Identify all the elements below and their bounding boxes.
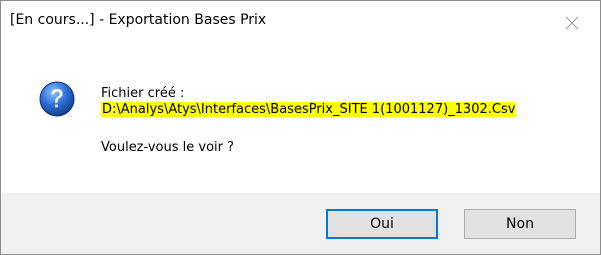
close-button[interactable] xyxy=(550,3,594,43)
close-icon xyxy=(565,16,579,30)
window-title: [En cours...] - Exportation Bases Prix xyxy=(10,12,267,28)
button-bar: Oui Non xyxy=(1,193,600,254)
message-label: Fichier créé : xyxy=(101,86,185,101)
message-dialog: [En cours...] - Exportation Bases Prix F… xyxy=(0,0,601,255)
no-button[interactable]: Non xyxy=(464,209,576,239)
message-question: Voulez-vous le voir ? xyxy=(101,140,235,155)
dialog-content: Fichier créé : D:\Analys\Atys\Interfaces… xyxy=(1,48,600,193)
question-icon xyxy=(39,81,75,117)
file-path: D:\Analys\Atys\Interfaces\BasesPrix_SITE… xyxy=(101,102,517,117)
message-text: Fichier créé : D:\Analys\Atys\Interfaces… xyxy=(101,86,517,156)
title-bar: [En cours...] - Exportation Bases Prix xyxy=(1,1,600,48)
yes-button[interactable]: Oui xyxy=(326,209,438,239)
